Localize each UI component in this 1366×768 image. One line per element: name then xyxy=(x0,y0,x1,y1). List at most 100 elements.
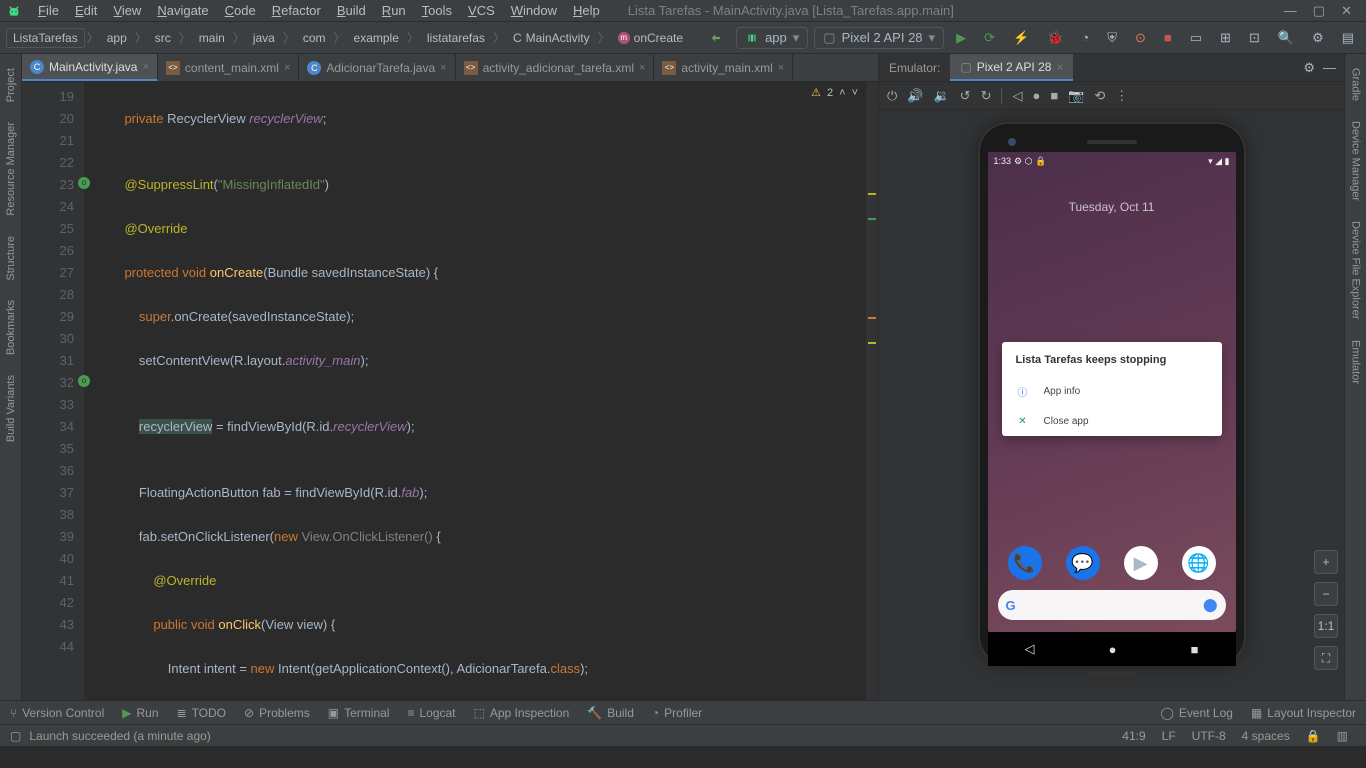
tool-build[interactable]: 🔨Build xyxy=(587,706,634,720)
close-window-button[interactable]: ✕ xyxy=(1341,3,1352,19)
layout-validation-icon[interactable]: ⊡ xyxy=(1243,28,1266,48)
menu-navigate[interactable]: Navigate xyxy=(149,3,216,18)
emulator-device-tab[interactable]: ▢Pixel 2 API 28× xyxy=(950,54,1073,81)
override-marker-icon[interactable]: o xyxy=(78,375,90,387)
rail-build-variants[interactable]: Build Variants xyxy=(5,365,17,452)
menu-tools[interactable]: Tools xyxy=(414,3,460,18)
readonly-icon[interactable]: 🔒 xyxy=(1298,729,1329,743)
file-encoding[interactable]: UTF-8 xyxy=(1184,729,1234,743)
tool-layout-inspector[interactable]: ▦Layout Inspector xyxy=(1251,706,1356,720)
stop-button[interactable]: ■ xyxy=(1158,28,1178,47)
rail-device-manager[interactable]: Device Manager xyxy=(1350,111,1362,211)
apply-changes-icon[interactable]: ⟳ xyxy=(978,28,1001,48)
app-info-button[interactable]: ⓘ App info xyxy=(1002,376,1222,406)
emulator-tab-label[interactable]: Emulator: xyxy=(879,54,950,81)
tab-adicionar-tarefa[interactable]: CAdicionarTarefa.java× xyxy=(299,54,455,81)
rail-emulator[interactable]: Emulator xyxy=(1350,330,1362,394)
close-icon[interactable]: × xyxy=(440,62,446,74)
power-icon[interactable]: ⏻ xyxy=(887,88,897,104)
minimize-button[interactable]: — xyxy=(1284,3,1297,19)
line-separator[interactable]: LF xyxy=(1154,729,1184,743)
maximize-button[interactable]: ▢ xyxy=(1313,3,1325,19)
menu-edit[interactable]: Edit xyxy=(67,3,105,18)
menu-code[interactable]: Code xyxy=(217,3,264,18)
chrome-icon[interactable]: 🌐 xyxy=(1182,546,1216,580)
menu-help[interactable]: Help xyxy=(565,3,608,18)
rail-bookmarks[interactable]: Bookmarks xyxy=(5,290,17,365)
rotate-left-icon[interactable]: ↺ xyxy=(960,88,971,104)
crumb-app[interactable]: app xyxy=(101,29,133,47)
crumb-src[interactable]: src xyxy=(149,29,177,47)
crumb-java[interactable]: java xyxy=(247,29,281,47)
phone-screen[interactable]: 1:33 ⚙ ⬡ 🔒 ▾ ◢ ▮ Tuesday, Oct 11 Lista T… xyxy=(988,152,1236,632)
nav-overview-icon[interactable]: ■ xyxy=(1191,642,1199,657)
crumb-class[interactable]: CMainActivity xyxy=(507,29,596,47)
menu-build[interactable]: Build xyxy=(329,3,374,18)
volume-down-icon[interactable]: 🔉 xyxy=(933,88,949,104)
rotate-right-icon[interactable]: ↻ xyxy=(981,88,992,104)
tab-content-main[interactable]: <>content_main.xml× xyxy=(158,54,299,81)
rail-structure[interactable]: Structure xyxy=(5,226,17,291)
inspection-indicators[interactable]: ⚠2 ˄ ˅ xyxy=(811,86,858,99)
hide-panel-icon[interactable]: — xyxy=(1323,60,1336,75)
sync-gradle-icon[interactable] xyxy=(704,29,730,47)
tool-event-log[interactable]: ◯Event Log xyxy=(1160,706,1232,720)
caret-down-icon[interactable]: ˅ xyxy=(852,87,858,99)
profile-icon[interactable]: ◔ xyxy=(1075,28,1095,47)
zoom-11-button[interactable]: 1:1 xyxy=(1314,614,1338,638)
apply-code-icon[interactable]: ⚡ xyxy=(1007,28,1035,48)
code-text[interactable]: private RecyclerView recyclerView; @Supp… xyxy=(102,82,878,700)
overview-icon[interactable]: ■ xyxy=(1050,88,1058,103)
nav-back-icon[interactable]: ◁ xyxy=(1025,641,1035,657)
record-icon[interactable]: ⟲ xyxy=(1094,88,1105,104)
zoom-fit-button[interactable]: ⛶ xyxy=(1314,646,1338,670)
tool-todo[interactable]: ≣TODO xyxy=(177,706,227,720)
back-icon[interactable]: ◁ xyxy=(1012,88,1022,104)
zoom-in-button[interactable]: + xyxy=(1314,550,1338,574)
messages-app-icon[interactable]: 💬 xyxy=(1066,546,1100,580)
caret-up-icon[interactable]: ˄ xyxy=(839,87,845,99)
google-search-bar[interactable]: G ⬤ xyxy=(998,590,1226,620)
code-editor[interactable]: 19202122 23o 2425262728293031 32o 333435… xyxy=(22,82,878,700)
tool-terminal[interactable]: ▣Terminal xyxy=(328,706,390,720)
debug-button[interactable]: 🐞 xyxy=(1041,28,1069,48)
gear-icon[interactable]: ⚙ xyxy=(1303,60,1315,76)
close-icon[interactable]: × xyxy=(639,62,645,74)
attach-debugger-icon[interactable]: ⊙ xyxy=(1129,28,1152,48)
crumb-project[interactable]: ListaTarefas xyxy=(6,28,85,48)
menu-vcs[interactable]: VCS xyxy=(460,3,503,18)
run-config-app[interactable]: app ▾ xyxy=(736,27,808,49)
rail-gradle[interactable]: Gradle xyxy=(1350,58,1362,111)
tool-profiler[interactable]: ◔Profiler xyxy=(652,706,702,720)
menu-refactor[interactable]: Refactor xyxy=(264,3,329,18)
crumb-package[interactable]: listatarefas xyxy=(421,29,491,47)
crumb-main[interactable]: main xyxy=(193,29,231,47)
volume-up-icon[interactable]: 🔊 xyxy=(907,88,923,104)
close-icon[interactable]: × xyxy=(142,61,148,73)
close-icon[interactable]: × xyxy=(778,62,784,74)
nav-home-icon[interactable]: ● xyxy=(1109,642,1117,657)
play-store-icon[interactable]: ▶ xyxy=(1124,546,1158,580)
avd-manager-icon[interactable]: ▭ xyxy=(1184,28,1208,48)
settings-icon[interactable]: ⚙ xyxy=(1306,28,1330,48)
menu-run[interactable]: Run xyxy=(374,3,414,18)
phone-app-icon[interactable]: 📞 xyxy=(1008,546,1042,580)
account-icon[interactable]: ▤ xyxy=(1336,28,1360,48)
rail-device-file-explorer[interactable]: Device File Explorer xyxy=(1350,211,1362,329)
crumb-method[interactable]: monCreate xyxy=(612,29,689,47)
cursor-position[interactable]: 41:9 xyxy=(1114,729,1153,743)
rail-project[interactable]: Project xyxy=(5,58,17,112)
coverage-icon[interactable]: ⛨ xyxy=(1101,28,1123,48)
menu-window[interactable]: Window xyxy=(503,3,565,18)
crumb-com[interactable]: com xyxy=(297,29,332,47)
rail-resource-manager[interactable]: Resource Manager xyxy=(5,112,17,226)
menu-file[interactable]: File xyxy=(30,3,67,18)
close-app-button[interactable]: ✕ Close app xyxy=(1002,406,1222,436)
device-selector[interactable]: ▢Pixel 2 API 28 ▾ xyxy=(814,27,944,49)
search-everywhere-icon[interactable]: 🔍 xyxy=(1272,28,1300,48)
memory-indicator-icon[interactable]: ▥ xyxy=(1329,729,1356,743)
zoom-out-button[interactable]: − xyxy=(1314,582,1338,606)
tool-run[interactable]: ▶Run xyxy=(122,706,158,720)
home-nav-icon[interactable]: ● xyxy=(1032,88,1040,103)
tool-version-control[interactable]: ⑂Version Control xyxy=(10,706,104,720)
